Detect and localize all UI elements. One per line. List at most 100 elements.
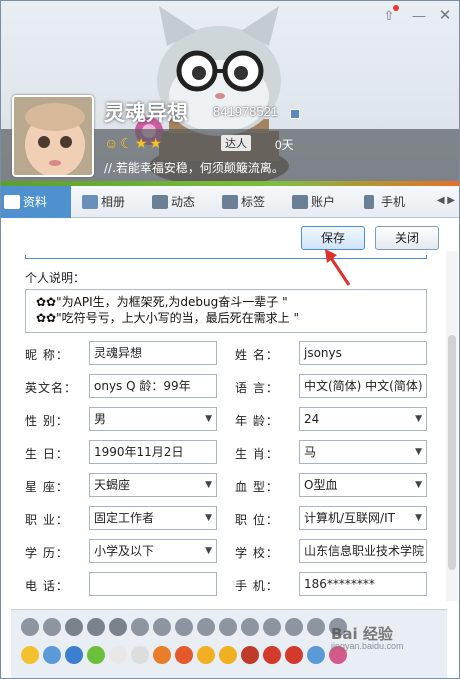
mail-medal-icon[interactable]: [131, 646, 149, 664]
tab-phone[interactable]: 手机: [359, 186, 421, 218]
scrollbar[interactable]: [446, 251, 458, 601]
gem-medal-icon[interactable]: [131, 618, 149, 636]
tag-icon: [222, 195, 238, 209]
close-button[interactable]: 关闭: [375, 226, 439, 250]
heart-medal-icon[interactable]: [21, 618, 39, 636]
level-badges[interactable]: ☺☾★★: [104, 135, 164, 151]
gem-medal-icon[interactable]: [307, 618, 325, 636]
name-input[interactable]: jsonys: [299, 341, 427, 365]
english-name-label: 英文名：: [25, 381, 78, 395]
education-label: 学 历：: [25, 546, 69, 560]
profile-window: ⇧ — ✕ 灵魂异想 841978521 ☺☾★★ 达人 0天 //.若能幸福安…: [0, 0, 460, 679]
mobile-label: 手 机：: [235, 579, 279, 593]
chevron-right-icon: ▶: [447, 195, 455, 206]
talent-label: 达人: [221, 135, 251, 151]
blood-select[interactable]: O型血: [299, 473, 427, 497]
heart-medal-icon[interactable]: [43, 618, 61, 636]
gender-select[interactable]: 男: [89, 407, 217, 431]
chat-medal-icon[interactable]: [87, 646, 105, 664]
close-icon: ✕: [438, 7, 452, 24]
english-name-input[interactable]: onys Q 龄：99年: [89, 374, 217, 398]
diamond-medal-icon[interactable]: [175, 618, 193, 636]
language-input[interactable]: 中文(简体) 中文(简体): [299, 374, 427, 398]
blood-label: 血 型：: [235, 480, 279, 494]
age-label: 年 龄：: [235, 414, 279, 428]
minimize-button[interactable]: —: [409, 7, 429, 25]
gem-medal-icon[interactable]: [197, 618, 215, 636]
phone-medal-icon[interactable]: [307, 646, 325, 664]
age-select[interactable]: 24: [299, 407, 427, 431]
signature[interactable]: //.若能幸福安稳，何须颠簸流离。: [104, 159, 284, 176]
ticket-medal-icon[interactable]: [285, 646, 303, 664]
skin-button[interactable]: ⇧: [379, 5, 399, 25]
avatar[interactable]: [12, 95, 94, 177]
game-medal-icon[interactable]: [175, 646, 193, 664]
phone-label: 电 话：: [25, 579, 69, 593]
language-label: 语 言：: [235, 381, 279, 395]
position-select[interactable]: 计算机/互联网/IT: [299, 506, 427, 530]
wallet-icon: [292, 195, 308, 209]
penguin-medal-icon[interactable]: [219, 646, 237, 664]
description-line-1: ✿✿"为API生，为框架死,为debug奋斗一辈子 ": [36, 295, 288, 309]
mobile-input[interactable]: 186********: [299, 572, 427, 596]
zodiac-label: 生 肖：: [235, 447, 279, 461]
profile-nickname: 灵魂异想: [104, 101, 188, 125]
constellation-select[interactable]: 天蝎座: [89, 473, 217, 497]
penguin-medal-icon[interactable]: [153, 618, 171, 636]
birthday-label: 生 日：: [25, 447, 69, 461]
phone-input[interactable]: [89, 572, 217, 596]
sun-icon: ☺: [104, 135, 121, 151]
chevron-left-icon: ◀: [436, 195, 445, 206]
zodiac-select[interactable]: 马: [299, 440, 427, 464]
talent-badge[interactable]: 达人: [221, 135, 255, 151]
gender-label: 性 别：: [25, 414, 69, 428]
tab-profile[interactable]: 资料: [1, 186, 71, 218]
birthday-input[interactable]: 1990年11月2日: [89, 440, 217, 464]
save-button[interactable]: 保存: [301, 226, 365, 250]
school-label: 学 校：: [235, 546, 279, 560]
diamond-medal-icon[interactable]: [87, 618, 105, 636]
position-label: 职 位：: [235, 513, 279, 527]
pet-medal-icon[interactable]: [197, 646, 215, 664]
occupation-select[interactable]: 固定工作者: [89, 506, 217, 530]
scrollbar-thumb[interactable]: [448, 335, 456, 570]
gem-medal-icon[interactable]: [263, 618, 281, 636]
shirt-icon: ⇧: [383, 8, 395, 23]
watermark-url: jingyan.baidu.com: [331, 641, 404, 651]
gem-medal-icon[interactable]: [219, 618, 237, 636]
description-textarea[interactable]: ✿✿"为API生，为框架死,为debug奋斗一辈子 " ✿✿"吃符号亏，上大小写…: [25, 289, 427, 333]
tab-album[interactable]: 相册: [79, 186, 141, 218]
tab-bar: 资料 相册 动态 标签 账户 手机 ◀ ▶: [1, 186, 459, 218]
school-input[interactable]: 山东信息职业技术学院: [299, 539, 427, 563]
qzone-medal-icon[interactable]: [43, 646, 61, 664]
education-select[interactable]: 小学及以下: [89, 539, 217, 563]
tab-feed[interactable]: 动态: [149, 186, 211, 218]
face-medal-icon[interactable]: [241, 646, 259, 664]
close-window-button[interactable]: ✕: [435, 7, 455, 25]
profile-card-icon: [4, 195, 20, 209]
penguin-medal-icon[interactable]: [65, 618, 83, 636]
star-medal-icon[interactable]: [21, 646, 39, 664]
penguin-medal-icon[interactable]: [109, 618, 127, 636]
gem-medal-icon[interactable]: [241, 618, 259, 636]
occupation-label: 职 业：: [25, 513, 69, 527]
constellation-label: 星 座：: [25, 480, 69, 494]
tab-label: 手机: [381, 195, 406, 209]
music-medal-icon[interactable]: [153, 646, 171, 664]
mail-medal-icon[interactable]: [65, 646, 83, 664]
nickname-input[interactable]: 灵魂异想: [89, 341, 217, 365]
qq-card-icon[interactable]: [290, 109, 300, 119]
description-label: 个人说明：: [25, 271, 86, 285]
profile-header: ⇧ — ✕ 灵魂异想 841978521 ☺☾★★ 达人 0天 //.若能幸福安…: [1, 1, 459, 186]
eye-medal-icon[interactable]: [109, 646, 127, 664]
photo-album-icon: [82, 195, 98, 209]
tab-account[interactable]: 账户: [289, 186, 351, 218]
gem-medal-icon[interactable]: [285, 618, 303, 636]
vip-medal-icon[interactable]: [263, 646, 281, 664]
tab-label: 相册: [101, 195, 126, 209]
tab-tags[interactable]: 标签: [219, 186, 281, 218]
tab-scroll-arrows[interactable]: ◀ ▶: [437, 195, 455, 206]
qq-number: 841978521: [213, 104, 279, 119]
tab-label: 账户: [311, 195, 336, 209]
tab-label: 动态: [171, 195, 196, 209]
